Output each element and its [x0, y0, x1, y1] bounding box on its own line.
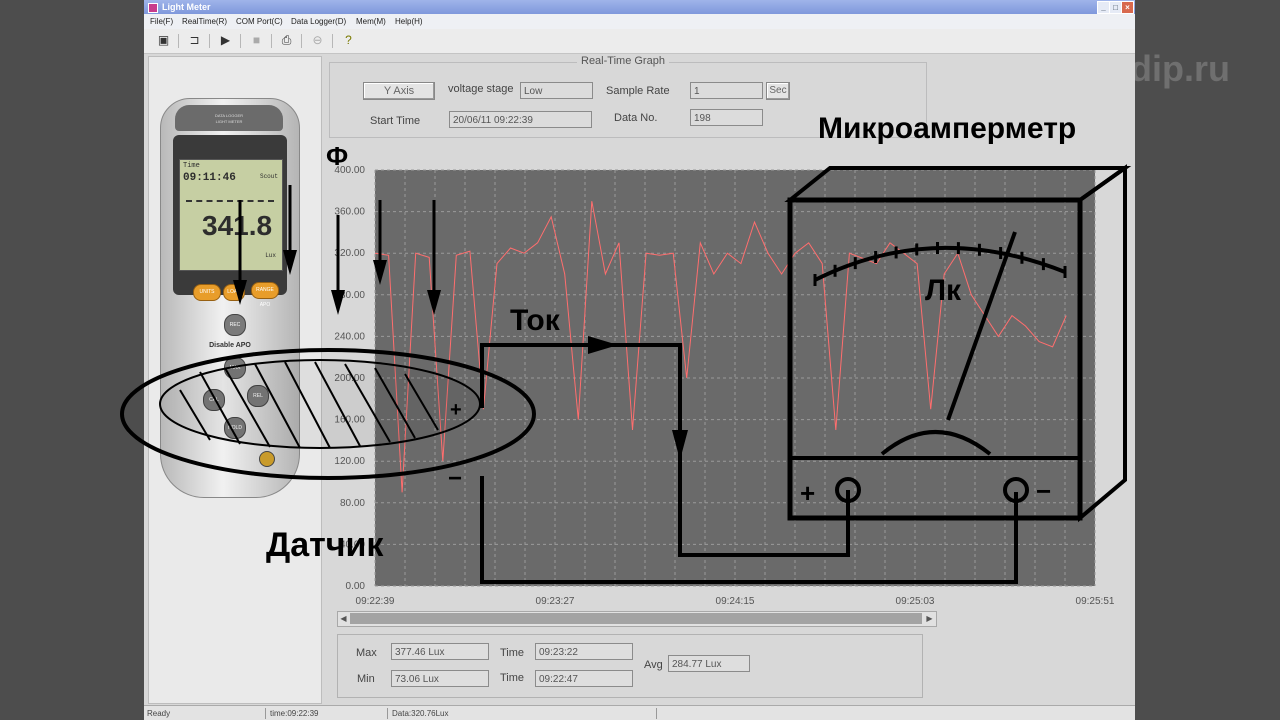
y-tick-label: 80.00 [340, 498, 365, 509]
x-tick-label: 09:25:03 [896, 596, 935, 607]
sensor-label: Датчик [266, 526, 384, 564]
x-tick-label: 09:24:15 [716, 596, 755, 607]
x-axis-ticks: 09:22:39 09:23:27 09:24:15 09:25:03 09:25:51 [356, 596, 1115, 607]
x-tick-label: 09:25:51 [1076, 596, 1115, 607]
y-tick-label: 120.00 [334, 456, 365, 467]
current-label: Ток [510, 304, 561, 337]
y-tick-label: 0.00 [346, 581, 366, 592]
graph-and-diagram-overlay: 0.0040.0080.00120.00160.00200.00240.0028… [120, 112, 1132, 607]
y-tick-label: 240.00 [334, 331, 365, 342]
x-tick-label: 09:23:27 [536, 596, 575, 607]
ammeter-plus-sign: + [800, 478, 815, 508]
sensor-plus-sign: + [450, 399, 462, 421]
lux-label: Лк [925, 274, 962, 307]
light-flux-label: Ф [326, 141, 348, 171]
x-tick-label: 09:22:39 [356, 596, 395, 607]
sensor-minus-sign: − [448, 465, 462, 492]
ammeter-minus-sign: − [1036, 476, 1051, 506]
microammeter-title: Микроамперметр [818, 112, 1076, 145]
